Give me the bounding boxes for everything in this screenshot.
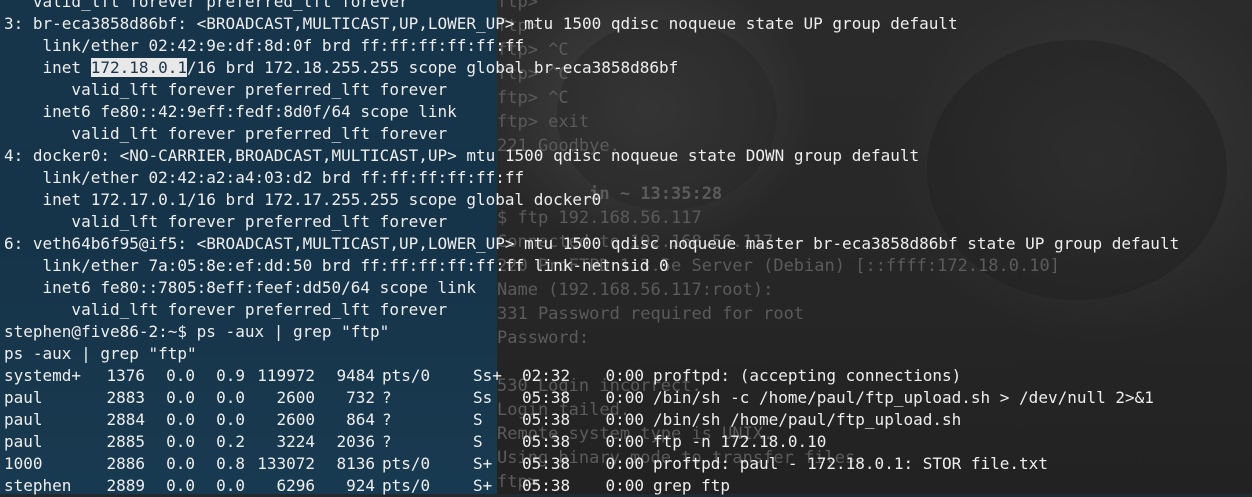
terminal-line-iface6-header: 6: veth64b6f95@if5: <BROADCAST,MULTICAST… [4, 233, 1179, 255]
ps-cell-cpu: 0.0 [166, 410, 195, 429]
ps-cell-start: 05:38 [522, 388, 571, 407]
terminal-line-iface3-lft-top: valid_lft forever preferred_lft forever [4, 0, 409, 13]
ps-cell-time: 0:00 [605, 366, 644, 385]
ps-cell-mem: 0.9 [216, 366, 245, 385]
terminal-line-iface4-link: link/ether 02:42:a2:a4:03:d2 brd ff:ff:f… [4, 167, 525, 189]
ps-cell-cpu: 0.0 [166, 388, 195, 407]
terminal-line-iface3-header: 3: br-eca3858d86bf: <BROADCAST,MULTICAST… [4, 13, 958, 35]
terminal-text: inet6 fe80::42:9eff:fedf:8d0f/64 scope l… [4, 102, 457, 121]
ps-cell-tty: ? [382, 410, 392, 429]
terminal-text: valid_lft forever preferred_lft forever [4, 80, 448, 99]
ps-cell-command: proftpd: (accepting connections) [653, 366, 962, 385]
terminal-text: link/ether 02:42:a2:a4:03:d2 brd ff:ff:f… [4, 168, 525, 187]
ps-cell-stat: S+ [473, 454, 493, 473]
terminal-line-iface3-link: link/ether 02:42:9e:df:8d:0f brd ff:ff:f… [4, 35, 525, 57]
ps-cell-rss: 9484 [336, 366, 375, 385]
terminal-line-prompt: stephen@five86-2:~$ ps -aux | grep "ftp" [4, 321, 389, 343]
terminal-text: inet6 fe80::7805:8eff:feef:dd50/64 scope… [4, 278, 477, 297]
ps-cell-start: 05:38 [522, 432, 571, 451]
ps-cell-rss: 8136 [336, 454, 375, 473]
ps-cell-stat: Ss+ [473, 366, 502, 385]
ps-cell-pid: 1376 [106, 366, 145, 385]
ps-cell-stat: S [473, 410, 483, 429]
terminal-text: stephen@five86-2:~$ ps -aux | grep "ftp" [4, 322, 390, 341]
wallpaper-figure-shape [557, 20, 777, 210]
ps-cell-command: /bin/sh -c /home/paul/ftp_upload.sh > /d… [653, 388, 1154, 407]
ps-cell-time: 0:00 [605, 388, 644, 407]
terminal-line-iface3-inet: inet 172.18.0.1/16 brd 172.18.255.255 sc… [4, 57, 678, 79]
ps-row: paul 2885 0.0 0.2 3224 2036? S 05:38 0:00 ftp -n … [0, 431, 1252, 453]
ps-cell-command: /bin/sh /home/paul/ftp_upload.sh [653, 410, 962, 429]
terminal-line-iface6-link: link/ether 7a:05:8e:ef:dd:50 brd ff:ff:f… [4, 255, 669, 277]
terminal-text: /16 brd 172.18.255.255 scope global br-e… [187, 58, 679, 77]
background-terminal-line: ftp> exit [497, 112, 590, 132]
ps-cell-command: proftpd: paul - 172.18.0.1: STOR file.tx… [653, 454, 1048, 473]
ps-cell-pid: 2884 [106, 410, 145, 429]
ps-cell-time: 0:00 [605, 432, 644, 451]
terminal-text: 4: docker0: <NO-CARRIER,BROADCAST,MULTIC… [4, 146, 920, 165]
terminal-line-echo: ps -aux | grep "ftp" [4, 343, 197, 365]
ps-cell-vsz: 2600 [276, 388, 315, 407]
ps-cell-start: 02:32 [522, 366, 571, 385]
ps-cell-start: 05:38 [522, 410, 571, 429]
terminal-text: valid_lft forever preferred_lft forever [4, 300, 448, 319]
background-terminal-line: Password: [497, 328, 590, 348]
terminal-line-iface6-inet6: inet6 fe80::7805:8eff:feef:dd50/64 scope… [4, 277, 476, 299]
selected-ip-text[interactable]: 172.18.0.1 [90, 58, 188, 77]
terminal-line-iface4-inet-lft: valid_lft forever preferred_lft forever [4, 211, 447, 233]
ps-row: systemd+ 1376 0.0 0.9 119972 9484 pts/0 Ss+ 02:3… [0, 365, 1252, 387]
ps-cell-cpu: 0.0 [166, 366, 195, 385]
ps-cell-command: ftp -n 172.18.0.10 [653, 432, 827, 451]
terminal-line-iface3-inet6-lft: valid_lft forever preferred_lft forever [4, 123, 447, 145]
ps-cell-cpu: 0.0 [166, 432, 195, 451]
ps-row: paul 2884 0.0 0.0 2600 864? S 05:38 0:00/bin/sh … [0, 409, 1252, 431]
terminal-line-iface3-inet6: inet6 fe80::42:9eff:fedf:8d0f/64 scope l… [4, 101, 457, 123]
ps-cell-cpu: 0.0 [166, 454, 195, 473]
terminal-text: inet 172.17.0.1/16 brd 172.17.255.255 sc… [4, 190, 602, 209]
ps-cell-tty: ? [382, 432, 392, 451]
ps-cell-tty: pts/0 [382, 366, 431, 385]
terminal-text: ps -aux | grep "ftp" [4, 344, 197, 363]
terminal-text: inet [4, 58, 91, 77]
ps-cell-mem: 0.2 [216, 432, 245, 451]
ps-cell-mem: 0.0 [216, 388, 245, 407]
ps-cell-mem: 0.0 [216, 410, 245, 429]
background-terminal-line: ftp> [497, 0, 538, 12]
ps-cell-rss: 864 [346, 410, 375, 429]
terminal-text: 6: veth64b6f95@if5: <BROADCAST,MULTICAST… [4, 234, 1180, 253]
terminal-line-iface6-inet6-lft: valid_lft forever preferred_lft forever [4, 299, 447, 321]
ps-cell-stat: S [473, 432, 483, 451]
ps-cell-time: 0:00 [605, 410, 644, 429]
ps-row: paul 2883 0.0 0.0 2600 732? Ss 05:38 0:00/bin/sh… [0, 387, 1252, 409]
terminal-text: 3: br-eca3858d86bf: <BROADCAST,MULTICAST… [4, 14, 958, 33]
background-terminal-line: Name (192.168.56.117:root): [497, 280, 774, 300]
background-terminal-line: ftp> ^C [497, 88, 569, 108]
ps-cell-mem: 0.8 [216, 454, 245, 473]
ps-cell-vsz: 119972 [257, 366, 315, 385]
ps-cell-rss: 732 [346, 388, 375, 407]
terminal-line-iface3-inet-lft: valid_lft forever preferred_lft forever [4, 79, 447, 101]
terminal-line-iface4-header: 4: docker0: <NO-CARRIER,BROADCAST,MULTIC… [4, 145, 919, 167]
ps-cell-time: 0:00 [605, 454, 644, 473]
ps-cell-tty: ? [382, 388, 392, 407]
terminal-text: valid_lft forever preferred_lft forever [4, 0, 409, 11]
ps-cell-vsz: 3224 [276, 432, 315, 451]
ps-cell-pid: 2886 [106, 454, 145, 473]
ps-cell-tty: pts/0 [382, 454, 431, 473]
ps-row: 1000 2886 0.0 0.8 133072 8136 pts/0 S+ 05:38 0:00… [0, 453, 1252, 475]
ps-cell-vsz: 2600 [276, 410, 315, 429]
terminal-text: link/ether 7a:05:8e:ef:dd:50 brd ff:ff:f… [4, 256, 669, 275]
ps-cell-pid: 2883 [106, 388, 145, 407]
ps-cell-vsz: 133072 [257, 454, 315, 473]
terminal-text: valid_lft forever preferred_lft forever [4, 212, 448, 231]
ps-cell-rss: 2036 [336, 432, 375, 451]
terminal-text: valid_lft forever preferred_lft forever [4, 124, 448, 143]
ps-cell-stat: Ss [473, 388, 493, 407]
terminal-line-iface4-inet: inet 172.17.0.1/16 brd 172.17.255.255 sc… [4, 189, 602, 211]
ps-cell-start: 05:38 [522, 454, 571, 473]
terminal-text: link/ether 02:42:9e:df:8d:0f brd ff:ff:f… [4, 36, 525, 55]
ps-cell-pid: 2885 [106, 432, 145, 451]
background-terminal-line: 331 Password required for root [497, 304, 805, 324]
